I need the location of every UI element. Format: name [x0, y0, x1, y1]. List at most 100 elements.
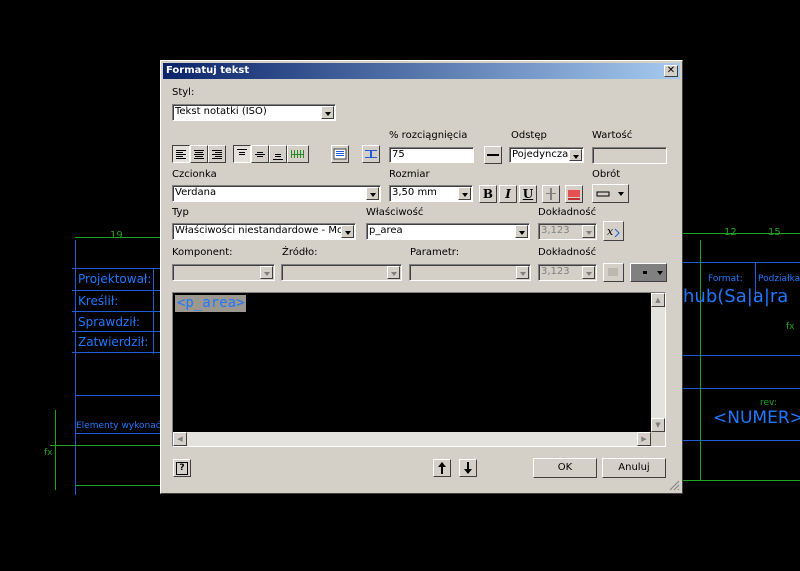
- help-button[interactable]: ?: [173, 459, 191, 477]
- move-down-button[interactable]: [459, 459, 477, 477]
- move-up-button[interactable]: [433, 459, 451, 477]
- stretch-label: % rozciągnięcia: [389, 130, 468, 141]
- rotation-icon: [596, 191, 610, 197]
- square-icon: [643, 271, 647, 274]
- stretch-input[interactable]: 75: [389, 147, 474, 163]
- insert-symbol-dropdown[interactable]: [630, 263, 667, 282]
- spacing-label: Odstęp: [511, 130, 547, 141]
- horizontal-scrollbar[interactable]: ◀ ▶: [173, 432, 651, 446]
- justify-icon: [291, 150, 304, 158]
- dialog-titlebar[interactable]: Formatuj tekst: [163, 63, 680, 79]
- underline-button[interactable]: U: [519, 185, 537, 203]
- insert-property-button[interactable]: x: [603, 221, 624, 241]
- scroll-right-icon[interactable]: ▶: [637, 432, 651, 446]
- italic-button[interactable]: I: [499, 185, 517, 203]
- precision-label: Dokładność: [538, 207, 597, 218]
- bold-label: B: [482, 187, 494, 201]
- bg-numer-text: <NUMER>W: [713, 408, 800, 428]
- resize-grip-icon[interactable]: [668, 479, 680, 491]
- parameter-label: Parametr:: [410, 247, 460, 258]
- bg-dim-15: 15: [768, 227, 781, 238]
- chevron-down-icon[interactable]: [366, 187, 379, 200]
- precision-value: 3,123: [541, 225, 570, 236]
- align-right-button[interactable]: [208, 145, 226, 163]
- scroll-up-icon[interactable]: ▲: [651, 293, 665, 307]
- spacing-value: Pojedyncza: [512, 149, 569, 160]
- size-label: Rozmiar: [389, 169, 430, 180]
- precision-dropdown: 3,123: [538, 223, 597, 240]
- bg-rev-label: rev:: [760, 398, 777, 408]
- component-dropdown: [172, 264, 275, 281]
- color-button[interactable]: [565, 185, 583, 203]
- justify-button[interactable]: [287, 145, 309, 163]
- vertical-scrollbar[interactable]: ▲ ▼: [651, 293, 665, 432]
- valign-middle-button[interactable]: [251, 145, 269, 163]
- cancel-button[interactable]: Anuluj: [602, 458, 666, 478]
- chevron-down-icon: [516, 266, 529, 279]
- rotation-label: Obrót: [592, 169, 621, 180]
- stretch-button[interactable]: [362, 145, 380, 163]
- spacing-dropdown[interactable]: Pojedyncza: [509, 147, 584, 163]
- chevron-down-icon[interactable]: [458, 187, 471, 200]
- type-dropdown[interactable]: Właściwości niestandardowe - Mod: [172, 223, 356, 240]
- chevron-down-icon[interactable]: [321, 106, 334, 119]
- chevron-down-icon[interactable]: [569, 149, 582, 161]
- size-value: 3,50 mm: [392, 187, 437, 198]
- valign-top-button[interactable]: [233, 145, 251, 163]
- bg-big-text-right: hub(Sa|a|ra: [683, 286, 789, 307]
- source-label: Źródło:: [282, 247, 318, 258]
- editor-content: <p_area>: [175, 295, 247, 312]
- value-input: [592, 147, 667, 164]
- style-dropdown[interactable]: Tekst notatki (ISO): [172, 104, 336, 121]
- text-editor[interactable]: <p_area> ▲ ▼ ◀ ▶: [172, 292, 666, 447]
- component-label: Komponent:: [172, 247, 233, 258]
- chevron-down-icon: [387, 266, 400, 279]
- bg-format-label: Format:: [708, 274, 743, 284]
- bg-dim-19: 19: [110, 230, 123, 241]
- help-icon: ?: [176, 462, 188, 475]
- chevron-down-icon[interactable]: [341, 225, 354, 238]
- ok-button[interactable]: OK: [533, 458, 597, 478]
- bg-podzialka-label: Podziałka: [758, 274, 800, 284]
- precision2-value: 3,123: [541, 266, 570, 277]
- valign-top-icon: [237, 149, 247, 155]
- rotation-dropdown[interactable]: [592, 184, 629, 203]
- valign-bottom-button[interactable]: [269, 145, 287, 163]
- align-left-button[interactable]: [172, 145, 190, 163]
- bg-label-kreslil: Kreślił:: [78, 294, 119, 308]
- scroll-left-icon[interactable]: ◀: [173, 432, 187, 446]
- precision2-dropdown: 3,123: [538, 264, 597, 281]
- property-label: Właściwość: [366, 207, 424, 218]
- insert-function-icon: x: [607, 225, 620, 238]
- source-dropdown: [281, 264, 402, 281]
- italic-label: I: [505, 187, 511, 201]
- close-button[interactable]: ✕: [664, 65, 678, 77]
- color-icon: [568, 190, 580, 200]
- bg-fx-right: fx: [786, 322, 795, 332]
- bg-label-sprawdzil: Sprawdził:: [78, 315, 141, 329]
- scroll-corner: [651, 432, 665, 446]
- size-dropdown[interactable]: 3,50 mm: [389, 185, 473, 202]
- value-label: Wartość: [592, 130, 633, 141]
- bg-fx-left: fx: [44, 448, 53, 458]
- strikeout-button[interactable]: [542, 185, 560, 203]
- line-spacing-button[interactable]: [484, 146, 502, 164]
- bold-button[interactable]: B: [479, 185, 497, 203]
- bg-green-note: Elementy wykonać z: [76, 421, 169, 431]
- align-center-button[interactable]: [190, 145, 208, 163]
- text-frame-button[interactable]: [331, 145, 349, 163]
- precision2-label: Dokładność: [538, 247, 597, 258]
- style-label: Styl:: [172, 87, 195, 98]
- scroll-down-icon[interactable]: ▼: [651, 418, 665, 432]
- valign-bottom-icon: [273, 154, 283, 160]
- bg-dim-12: 12: [724, 227, 737, 238]
- parameter-icon: [608, 268, 618, 276]
- strikeout-icon: [546, 188, 556, 200]
- font-dropdown[interactable]: Verdana: [172, 185, 381, 202]
- chevron-down-icon[interactable]: [515, 225, 528, 238]
- chevron-down-icon: [582, 225, 595, 238]
- underline-label: U: [522, 187, 534, 201]
- format-text-dialog: Formatuj tekst ✕ Styl: Tekst notatki (IS…: [160, 60, 683, 494]
- bg-label-zatwierdzil: Zatwierdził:: [78, 335, 149, 349]
- property-dropdown[interactable]: p_area: [366, 223, 530, 240]
